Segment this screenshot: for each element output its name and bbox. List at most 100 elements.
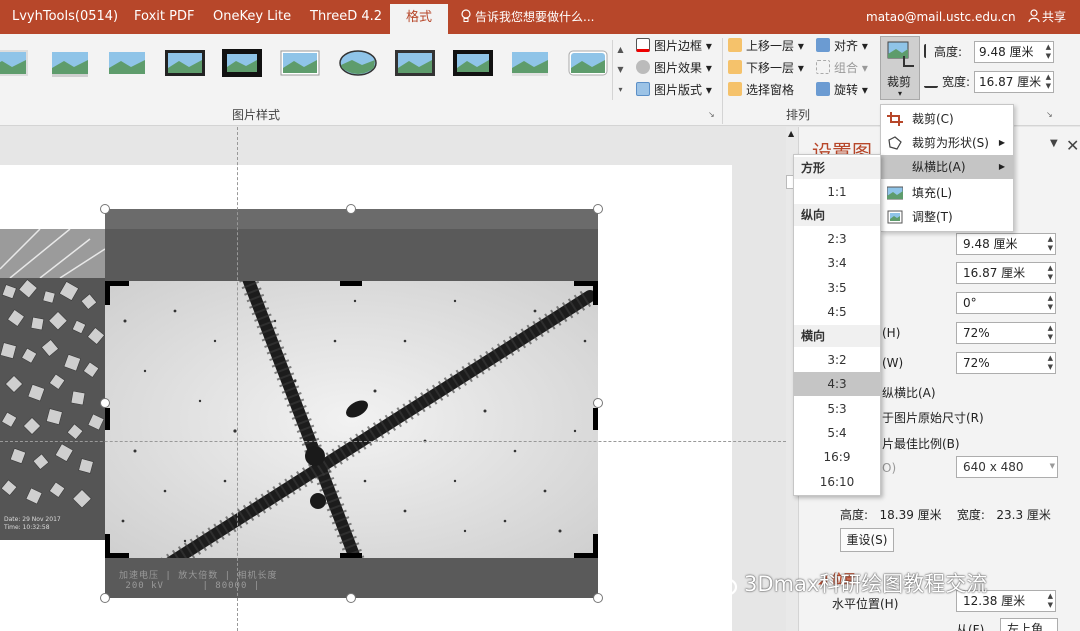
- resize-handle[interactable]: [100, 204, 110, 214]
- picture-style-thumb[interactable]: [222, 48, 262, 78]
- aspect-option-1-1[interactable]: 1:1: [794, 180, 880, 204]
- picture-style-thumb[interactable]: [395, 48, 435, 78]
- spinner-icon[interactable]: ▲ ▼: [1048, 235, 1053, 253]
- resize-handle[interactable]: [593, 204, 603, 214]
- pane-options-icon[interactable]: ▼: [1050, 138, 1058, 149]
- picture-style-thumb[interactable]: [568, 48, 608, 78]
- picture-style-thumb[interactable]: [0, 48, 28, 78]
- crop-handle-right[interactable]: [593, 408, 598, 430]
- gallery-more-icon[interactable]: ▾: [613, 80, 628, 100]
- tem-image[interactable]: [105, 281, 598, 558]
- tab-foxit-pdf[interactable]: Foxit PDF: [128, 0, 200, 34]
- picture-style-thumb[interactable]: [338, 48, 378, 78]
- selection-pane-button[interactable]: 选择窗格: [728, 80, 794, 100]
- width-input[interactable]: 16.87 厘米 ▲ ▼: [974, 71, 1054, 93]
- gallery-scroll[interactable]: ▲ ▼ ▾: [612, 40, 628, 100]
- picture-effects-button[interactable]: 图片效果 ▾: [636, 58, 712, 78]
- picture-style-thumb[interactable]: [107, 48, 147, 78]
- group-button[interactable]: 组合 ▾: [816, 58, 868, 78]
- rotate-button[interactable]: 旋转 ▾: [816, 80, 868, 100]
- align-button[interactable]: 对齐 ▾: [816, 36, 868, 56]
- tab-lvyhtools[interactable]: LvyhTools(0514): [6, 0, 124, 34]
- resize-handle[interactable]: [346, 593, 356, 603]
- aspect-option-2-3[interactable]: 2:3: [794, 227, 880, 251]
- gallery-up-icon[interactable]: ▲: [613, 40, 628, 60]
- crop-handle-top-right[interactable]: [574, 281, 598, 305]
- width-input-value: 16.87 厘米: [979, 75, 1042, 89]
- pane-width-input[interactable]: 16.87 厘米 ▲ ▼: [956, 262, 1056, 284]
- scale-width-input[interactable]: 72% ▲ ▼: [956, 352, 1056, 374]
- spinner-icon[interactable]: ▲ ▼: [1048, 324, 1053, 342]
- aspect-option-5-4[interactable]: 5:4: [794, 421, 880, 445]
- pane-rotation-input[interactable]: 0° ▲ ▼: [956, 292, 1056, 314]
- aspect-option-3-4[interactable]: 3:4: [794, 251, 880, 275]
- dialog-launcher-icon[interactable]: ↘: [708, 110, 715, 119]
- share-button[interactable]: 共享: [1028, 0, 1066, 34]
- aspect-option-4-5[interactable]: 4:5: [794, 300, 880, 324]
- resize-handle[interactable]: [100, 398, 110, 408]
- aspect-option-3-2[interactable]: 3:2: [794, 348, 880, 372]
- spinner-icon[interactable]: ▲ ▼: [1048, 264, 1053, 282]
- menu-item-fill[interactable]: 填充(L): [881, 181, 1013, 205]
- sem-image[interactable]: Date: 29 Nov 2017 Time: 10:32:58: [0, 278, 105, 540]
- menu-item-fill-label: 填充(L): [912, 186, 953, 200]
- crop-dropdown-icon: ▾: [898, 89, 903, 98]
- picture-border-button[interactable]: 图片边框 ▾: [636, 36, 712, 56]
- relative-original-checkbox[interactable]: 于图片原始尺寸(R): [882, 409, 984, 426]
- resolution-select[interactable]: 640 x 480 ▼: [956, 456, 1058, 478]
- group-label: 组合: [834, 61, 859, 75]
- picture-style-thumb[interactable]: [50, 48, 90, 78]
- height-input[interactable]: 9.48 厘米 ▲ ▼: [974, 41, 1054, 63]
- resize-handle[interactable]: [346, 204, 356, 214]
- crop-handle-top-left[interactable]: [105, 281, 129, 305]
- menu-item-crop[interactable]: 裁剪(C): [881, 107, 1013, 131]
- pane-height-input[interactable]: 9.48 厘米 ▲ ▼: [956, 233, 1056, 255]
- tell-me-box[interactable]: 告诉我您想要做什么...: [460, 0, 594, 34]
- picture-style-thumb[interactable]: [165, 48, 205, 78]
- tab-onekey-lite[interactable]: OneKey Lite: [207, 0, 297, 34]
- aspect-option-5-3[interactable]: 5:3: [794, 397, 880, 421]
- lightbulb-icon: [461, 9, 471, 22]
- crop-handle-bottom-left[interactable]: [105, 534, 129, 558]
- picture-layout-button[interactable]: 图片版式 ▾: [636, 80, 712, 100]
- crop-handle-bottom[interactable]: [340, 553, 362, 558]
- menu-item-fit[interactable]: 调整(T): [881, 205, 1013, 229]
- scale-height-input[interactable]: 72% ▲ ▼: [956, 322, 1056, 344]
- spinner-icon[interactable]: ▲ ▼: [1048, 354, 1053, 372]
- width-spinner-icon[interactable]: ▲ ▼: [1046, 73, 1051, 91]
- ribbon-tab-bar: LvyhTools(0514) Foxit PDF OneKey Lite Th…: [0, 0, 1080, 34]
- tab-format[interactable]: 格式: [390, 4, 448, 34]
- reset-button[interactable]: 重设(S): [840, 528, 894, 552]
- aspect-option-16-10[interactable]: 16:10: [794, 470, 880, 494]
- scroll-up-icon[interactable]: ▲: [788, 129, 794, 138]
- vertical-smart-guide: [237, 127, 238, 631]
- lock-aspect-checkbox[interactable]: 纵横比(A): [882, 384, 936, 401]
- picture-style-thumb[interactable]: [510, 48, 550, 78]
- menu-item-aspect-ratio[interactable]: 纵横比(A) ▶: [881, 155, 1013, 179]
- spinner-icon[interactable]: ▲ ▼: [1048, 294, 1053, 312]
- crop-handle-bottom-right[interactable]: [574, 534, 598, 558]
- close-icon[interactable]: ✕: [1066, 136, 1079, 155]
- resize-handle[interactable]: [593, 593, 603, 603]
- aspect-option-3-5[interactable]: 3:5: [794, 276, 880, 300]
- resize-handle[interactable]: [100, 593, 110, 603]
- send-backward-button[interactable]: 下移一层 ▾: [728, 58, 804, 78]
- crop-button[interactable]: 裁剪 ▾: [880, 36, 920, 100]
- tab-threed[interactable]: ThreeD 4.2: [304, 0, 388, 34]
- bring-forward-button[interactable]: 上移一层 ▾: [728, 36, 804, 56]
- picture-style-thumb[interactable]: [280, 48, 320, 78]
- best-scale-checkbox[interactable]: 片最佳比例(B): [882, 435, 960, 452]
- height-spinner-icon[interactable]: ▲ ▼: [1046, 43, 1051, 61]
- aspect-option-4-3[interactable]: 4:3: [794, 372, 880, 396]
- crop-handle-top[interactable]: [340, 281, 362, 286]
- menu-item-crop-to-shape[interactable]: 裁剪为形状(S) ▶: [881, 131, 1013, 155]
- aspect-option-16-9[interactable]: 16:9: [794, 445, 880, 469]
- spinner-icon[interactable]: ▲ ▼: [1048, 592, 1053, 610]
- resize-handle[interactable]: [593, 398, 603, 408]
- gallery-down-icon[interactable]: ▼: [613, 60, 628, 80]
- from-select[interactable]: 左上角: [1000, 618, 1058, 631]
- account-email[interactable]: matao@mail.ustc.edu.cn: [866, 0, 1016, 34]
- crop-handle-left[interactable]: [105, 408, 110, 430]
- size-dialog-launcher-icon[interactable]: ↘: [1046, 110, 1053, 119]
- picture-style-thumb[interactable]: [453, 48, 493, 78]
